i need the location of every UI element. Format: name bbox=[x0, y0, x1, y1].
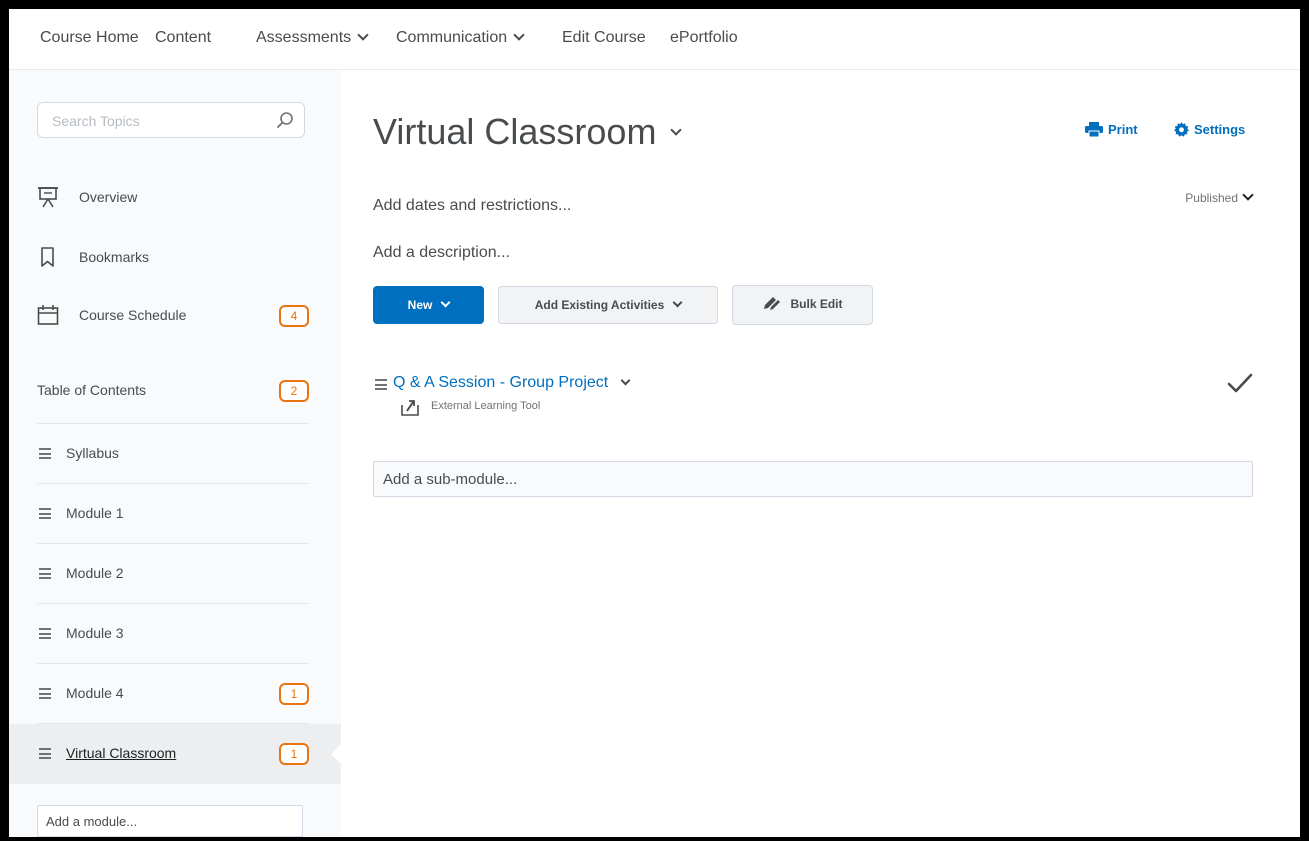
topic-title: Q & A Session - Group Project bbox=[393, 374, 609, 391]
status-label: Published bbox=[1185, 191, 1238, 205]
module-label: Syllabus bbox=[66, 445, 119, 461]
topic-item: Q & A Session - Group Project External L… bbox=[373, 372, 1253, 422]
chevron-down-icon bbox=[1242, 189, 1254, 201]
page-title[interactable]: Virtual Classroom bbox=[373, 111, 683, 153]
notification-badge: 4 bbox=[279, 305, 309, 327]
drag-handle-icon[interactable] bbox=[39, 748, 51, 759]
add-description-link[interactable]: Add a description... bbox=[373, 244, 510, 262]
add-existing-label: Add Existing Activities bbox=[534, 298, 665, 312]
status-dropdown[interactable]: Published bbox=[1185, 189, 1254, 205]
toc-label: Table of Contents bbox=[37, 382, 146, 398]
topic-link[interactable]: Q & A Session - Group Project bbox=[393, 374, 631, 392]
sidebar-item-overview[interactable]: Overview bbox=[37, 178, 309, 218]
add-module-label: Add a module... bbox=[46, 814, 138, 829]
bulk-edit-label: Bulk Edit bbox=[790, 297, 843, 311]
module-label: Virtual Classroom bbox=[66, 745, 177, 761]
module-content: Virtual Classroom Print Settings Add dat… bbox=[341, 70, 1300, 837]
nav-assessments-label: Assessments bbox=[256, 29, 352, 46]
calendar-icon bbox=[37, 305, 59, 325]
sidebar-item-label: Course Schedule bbox=[79, 307, 187, 323]
settings-button[interactable]: Settings bbox=[1174, 122, 1245, 137]
presentation-board-icon bbox=[38, 187, 58, 208]
add-dates-link[interactable]: Add dates and restrictions... bbox=[373, 197, 571, 215]
content-sidebar: Overview Bookmarks Course Schedule 4 Tab… bbox=[9, 70, 342, 837]
drag-handle-icon[interactable] bbox=[39, 568, 51, 579]
chevron-down-icon bbox=[672, 297, 683, 308]
chevron-down-icon bbox=[357, 29, 369, 41]
search-box bbox=[37, 102, 305, 138]
sidebar-item-label: Bookmarks bbox=[79, 249, 150, 265]
nav-assessments[interactable]: Assessments bbox=[256, 29, 369, 47]
drag-handle-icon[interactable] bbox=[39, 508, 51, 519]
new-label: New bbox=[407, 298, 433, 312]
drag-handle-icon[interactable] bbox=[39, 688, 51, 699]
chevron-down-icon bbox=[513, 29, 525, 41]
print-button[interactable]: Print bbox=[1085, 122, 1138, 138]
add-module-input[interactable]: Add a module... bbox=[37, 805, 303, 837]
topic-type: External Learning Tool bbox=[431, 400, 541, 412]
add-submodule-label: Add a sub-module... bbox=[383, 471, 518, 488]
sidebar-module-2[interactable]: Module 2 bbox=[37, 544, 309, 604]
sidebar-item-course-schedule[interactable]: Course Schedule 4 bbox=[37, 296, 309, 336]
module-label: Module 2 bbox=[66, 565, 124, 581]
module-label: Module 1 bbox=[66, 505, 124, 521]
module-label: Module 4 bbox=[66, 685, 124, 701]
chevron-down-icon[interactable] bbox=[670, 124, 683, 136]
gear-icon bbox=[1174, 122, 1189, 137]
add-submodule-input[interactable]: Add a sub-module... bbox=[373, 461, 1253, 497]
nav-edit-course[interactable]: Edit Course bbox=[562, 29, 646, 47]
drag-handle-icon[interactable] bbox=[375, 379, 387, 390]
settings-label: Settings bbox=[1194, 122, 1246, 137]
pencils-icon bbox=[764, 297, 781, 310]
checkmark-icon bbox=[1227, 373, 1253, 393]
sidebar-module-1[interactable]: Module 1 bbox=[37, 484, 309, 544]
module-label: Module 3 bbox=[66, 625, 124, 641]
nav-eportfolio[interactable]: ePortfolio bbox=[670, 29, 738, 47]
sidebar-module-4[interactable]: Module 4 1 bbox=[37, 664, 309, 724]
nav-communication-label: Communication bbox=[396, 29, 508, 46]
nav-communication[interactable]: Communication bbox=[396, 29, 525, 47]
notification-badge: 2 bbox=[279, 380, 309, 402]
sidebar-item-bookmarks[interactable]: Bookmarks bbox=[37, 238, 309, 278]
nav-content[interactable]: Content bbox=[155, 29, 211, 47]
course-navbar: Course Home Content Assessments Communic… bbox=[9, 9, 1300, 70]
notification-badge: 1 bbox=[279, 683, 309, 705]
add-existing-activities-button[interactable]: Add Existing Activities bbox=[498, 286, 718, 324]
printer-icon bbox=[1085, 122, 1103, 138]
bulk-edit-button[interactable]: Bulk Edit bbox=[732, 285, 873, 325]
chevron-down-icon bbox=[440, 297, 451, 308]
table-of-contents-header[interactable]: Table of Contents 2 bbox=[37, 363, 309, 424]
new-button[interactable]: New bbox=[373, 286, 484, 324]
sidebar-module-virtual-classroom[interactable]: Virtual Classroom 1 bbox=[9, 724, 342, 784]
bookmark-icon bbox=[41, 247, 54, 267]
print-label: Print bbox=[1108, 122, 1138, 137]
app: Course Home Content Assessments Communic… bbox=[9, 9, 1300, 837]
sidebar-item-label: Overview bbox=[79, 189, 138, 205]
notification-badge: 1 bbox=[279, 743, 309, 765]
drag-handle-icon[interactable] bbox=[39, 448, 51, 459]
drag-handle-icon[interactable] bbox=[39, 628, 51, 639]
nav-course-home[interactable]: Course Home bbox=[40, 29, 139, 47]
external-tool-icon bbox=[401, 400, 419, 416]
chevron-down-icon[interactable] bbox=[620, 375, 631, 386]
page-title-text: Virtual Classroom bbox=[373, 111, 657, 152]
sidebar-module-3[interactable]: Module 3 bbox=[37, 604, 309, 664]
sidebar-module-syllabus[interactable]: Syllabus bbox=[37, 424, 309, 484]
search-input[interactable] bbox=[50, 112, 274, 130]
search-icon[interactable] bbox=[276, 111, 294, 129]
